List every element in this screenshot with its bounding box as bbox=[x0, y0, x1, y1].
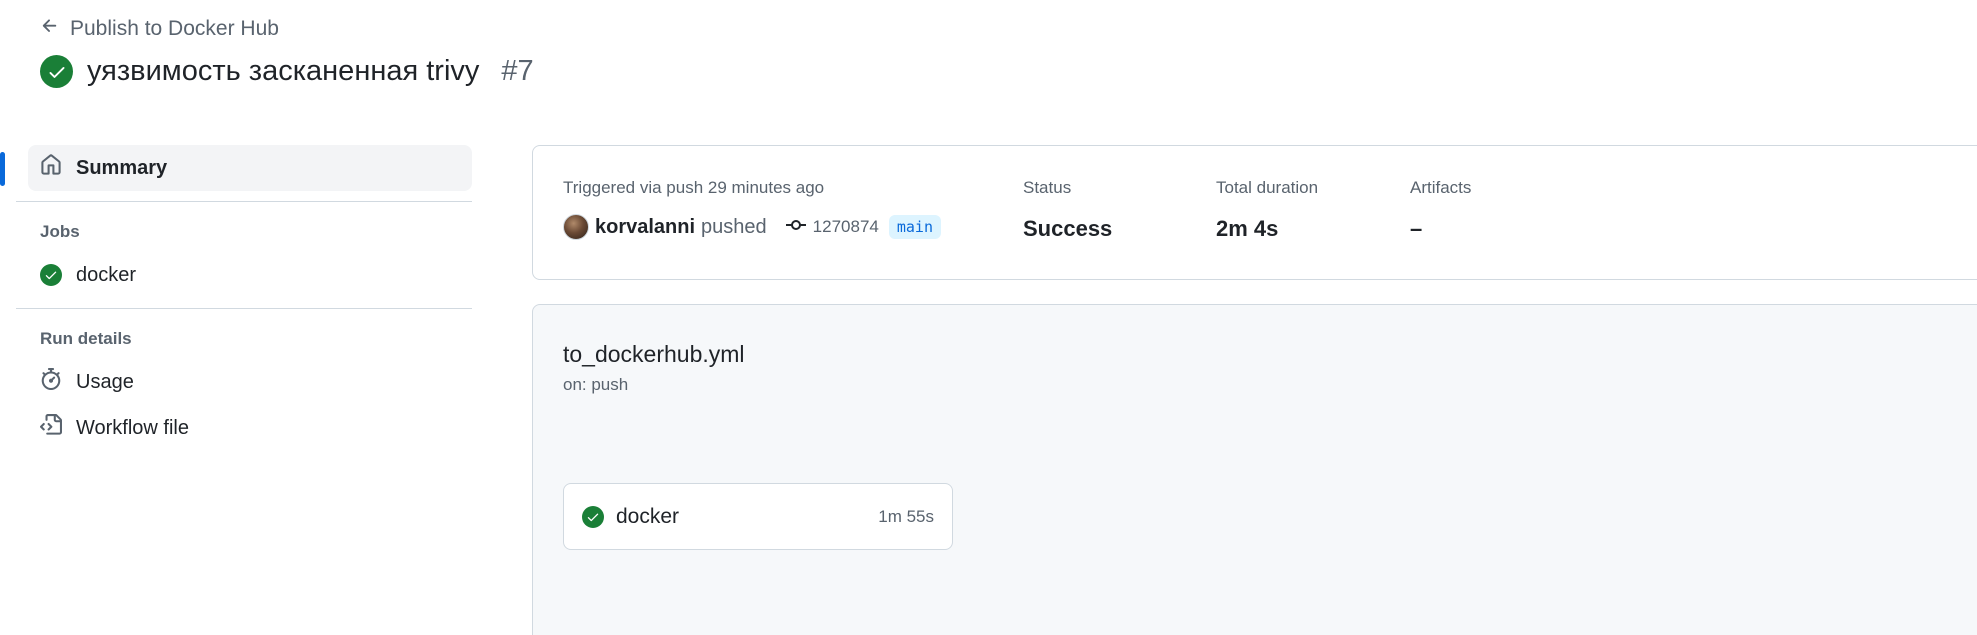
run-number: #7 bbox=[501, 55, 534, 87]
home-icon bbox=[40, 154, 62, 182]
arrow-left-icon bbox=[40, 16, 60, 42]
run-summary-card: Triggered via push 29 minutes ago korval… bbox=[532, 145, 1977, 280]
run-title: уязвимость засканенная trivy bbox=[87, 55, 480, 87]
jobs-heading: Jobs bbox=[40, 222, 80, 241]
action-text: pushed bbox=[701, 215, 767, 238]
active-indicator bbox=[0, 152, 5, 186]
run-details-heading: Run details bbox=[40, 329, 132, 348]
workflow-graph: to_dockerhub.yml on: push docker 1m 55s bbox=[532, 304, 1977, 635]
sidebar-item-docker[interactable]: docker bbox=[16, 252, 472, 298]
avatar[interactable] bbox=[563, 214, 589, 240]
stopwatch-icon bbox=[40, 368, 62, 396]
branch-badge[interactable]: main bbox=[888, 215, 941, 239]
workflow-trigger: on: push bbox=[563, 375, 629, 394]
artifacts-section: Artifacts – bbox=[1410, 178, 1471, 242]
sidebar-item-label: Summary bbox=[76, 156, 168, 179]
check-circle-icon bbox=[582, 505, 604, 528]
sidebar-item-label: Usage bbox=[76, 370, 134, 393]
back-link[interactable]: Publish to Docker Hub bbox=[40, 16, 279, 42]
divider bbox=[16, 308, 472, 309]
file-code-icon bbox=[40, 414, 62, 442]
sidebar: Summary Jobs docker Run details Usage Wo… bbox=[16, 145, 472, 451]
duration-section: Total duration 2m 4s bbox=[1216, 178, 1318, 242]
sidebar-item-workflow-file[interactable]: Workflow file bbox=[16, 405, 472, 451]
check-circle-icon bbox=[40, 264, 62, 286]
back-link-label: Publish to Docker Hub bbox=[70, 17, 279, 40]
status-label: Status bbox=[1023, 178, 1072, 197]
sidebar-item-usage[interactable]: Usage bbox=[16, 359, 472, 405]
artifacts-value: – bbox=[1410, 216, 1423, 241]
status-section: Status Success bbox=[1023, 178, 1112, 242]
artifacts-label: Artifacts bbox=[1410, 178, 1472, 197]
page-title: уязвимость засканенная trivy #7 bbox=[40, 55, 534, 88]
job-node-docker[interactable]: docker 1m 55s bbox=[563, 483, 953, 550]
trigger-section: Triggered via push 29 minutes ago korval… bbox=[563, 178, 941, 240]
sidebar-item-label: Workflow file bbox=[76, 416, 189, 439]
check-circle-icon bbox=[40, 55, 73, 88]
duration-value: 2m 4s bbox=[1216, 216, 1279, 241]
job-duration: 1m 55s bbox=[878, 506, 934, 526]
job-name: docker bbox=[616, 504, 680, 528]
status-value: Success bbox=[1023, 216, 1113, 241]
sidebar-item-label: docker bbox=[76, 263, 137, 286]
trigger-label: Triggered via push 29 minutes ago bbox=[563, 178, 825, 197]
sidebar-item-summary[interactable]: Summary bbox=[28, 145, 472, 191]
commit-sha-link[interactable]: 1270874 bbox=[813, 217, 879, 237]
git-commit-icon bbox=[785, 216, 807, 239]
workflow-file-name: to_dockerhub.yml bbox=[563, 341, 745, 367]
divider bbox=[16, 201, 472, 202]
actor-link[interactable]: korvalanni bbox=[595, 216, 695, 239]
duration-label: Total duration bbox=[1216, 178, 1319, 197]
